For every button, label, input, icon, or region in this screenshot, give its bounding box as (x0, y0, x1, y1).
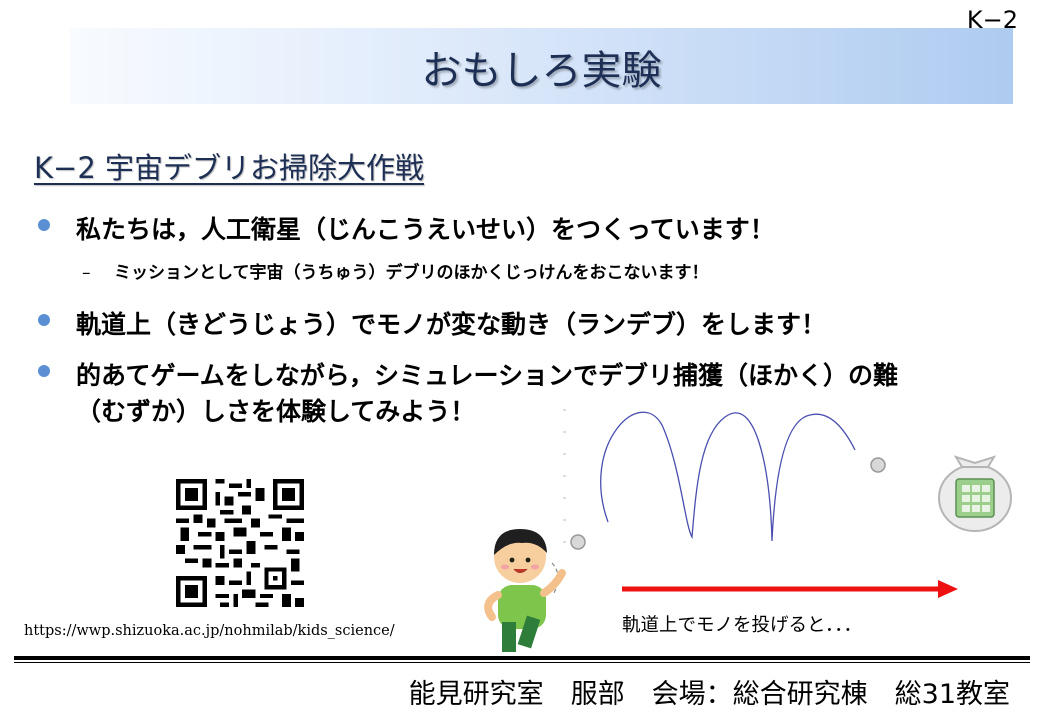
thrown-ball-icon (570, 534, 586, 550)
motion-arrow-icon (622, 580, 958, 598)
footer-divider-thick (14, 656, 1030, 660)
axis-ticks (563, 409, 566, 543)
footer-divider-thin (14, 662, 1030, 663)
bullet-text: 私たちは，人工衛星（じんこうえいせい）をつくっています！ (76, 215, 775, 244)
bullet-dot-icon (38, 314, 50, 326)
qr-code-icon (176, 479, 304, 607)
bullet-text-line1: 的あてゲームをしながら，シミュレーションでデブリ捕獲（ほかく）の難 (76, 361, 899, 390)
bullet-text: 軌道上（きどうじょう）でモノが変な動き（ランデブ）をします！ (76, 310, 827, 339)
title-banner: おもしろ実験 (70, 28, 1013, 104)
page-title: おもしろ実験 (421, 48, 662, 94)
bullet-text-line2: （むずか）しさを体験してみよう！ (76, 397, 476, 426)
sub-bullet-item: – ミッションとして宇宙（うちゅう）デブリのほかくじっけんをおこないます！ (82, 258, 709, 283)
bullet-dot-icon (38, 219, 50, 231)
child-thrower-icon (484, 529, 566, 652)
website-url: https://wwp.shizuoka.ac.jp/nohmilab/kids… (24, 623, 395, 639)
sub-bullet-text: ミッションとして宇宙（うちゅう）デブリのほかくじっけんをおこないます！ (114, 263, 709, 283)
figure-caption: 軌道上でモノを投げると．．． (622, 615, 862, 636)
section-heading: K−2 宇宙デブリお掃除大作戦 (34, 151, 424, 185)
debris-ball-icon (870, 457, 886, 473)
dash-icon: – (82, 263, 91, 283)
trajectory-path (600, 411, 856, 542)
bullet-dot-icon (38, 365, 50, 377)
satellite-net-icon (938, 455, 1012, 532)
footer-lab-venue: 能見研究室 服部 会場：総合研究棟 総31教室 (408, 679, 1010, 710)
